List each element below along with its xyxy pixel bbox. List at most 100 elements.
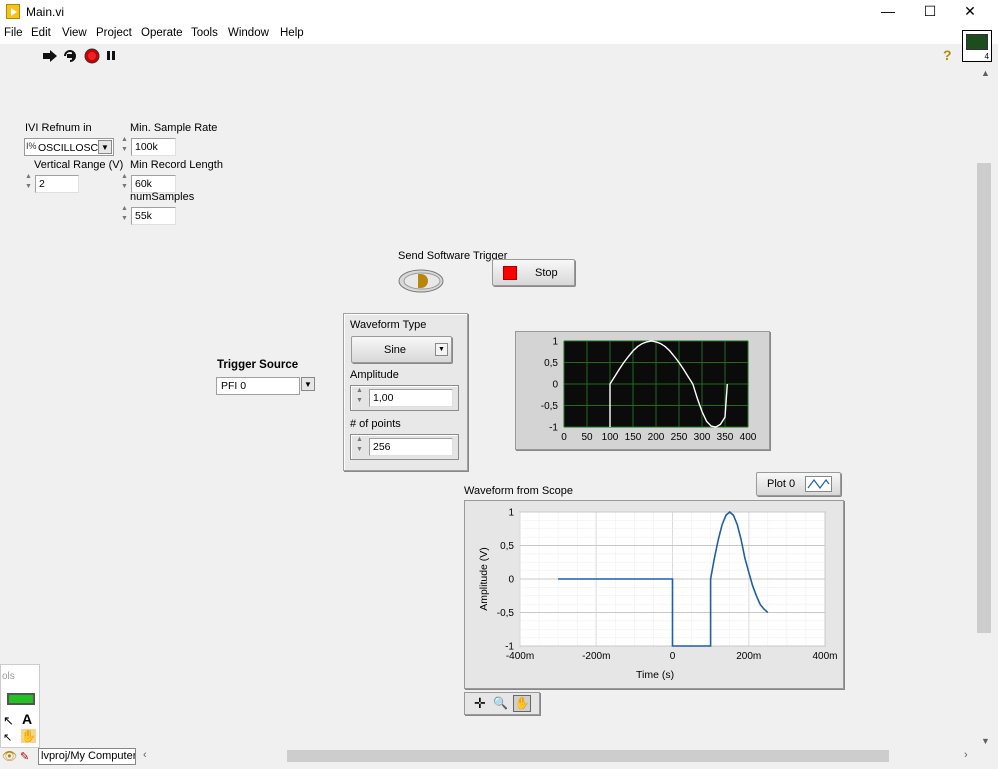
- menu-project[interactable]: Project: [96, 27, 132, 39]
- title-bar: Main.vi — ☐ ✕: [0, 0, 998, 24]
- amplitude-value[interactable]: 1,00: [369, 389, 453, 407]
- y-tick-label: -1: [549, 423, 558, 434]
- scroll-down-icon[interactable]: ▼: [981, 736, 990, 746]
- pause-icon[interactable]: [106, 49, 118, 63]
- x-tick-label: 300: [694, 432, 711, 443]
- num-samples-spinner[interactable]: [120, 205, 130, 225]
- text-tool-icon[interactable]: A: [22, 711, 32, 727]
- min-record-length-spinner[interactable]: [120, 173, 130, 193]
- x-tick-label: 200m: [736, 651, 761, 662]
- cursor-movement-tool-icon[interactable]: ✛: [474, 695, 486, 712]
- num-points-control[interactable]: 256: [350, 434, 459, 460]
- probe-icon[interactable]: 👁: [2, 749, 17, 763]
- trigger-source-label: Trigger Source: [217, 359, 299, 371]
- positioning-tool-icon[interactable]: ↖: [3, 731, 12, 744]
- menu-help[interactable]: Help: [280, 27, 304, 39]
- vertical-scroll-thumb[interactable]: [977, 163, 991, 633]
- project-path-field[interactable]: lvproj/My Computer: [38, 748, 136, 765]
- abort-icon[interactable]: [84, 48, 100, 64]
- x-tick-label: 200: [648, 432, 665, 443]
- y-tick-label: 0: [552, 380, 558, 391]
- min-sample-rate-control[interactable]: 100k: [120, 136, 178, 156]
- toolbar: ?: [0, 44, 960, 68]
- ivi-refnum-control[interactable]: I% OSCILLOSC ▼: [24, 138, 114, 156]
- x-tick-label: 50: [581, 432, 593, 443]
- generated-waveform-plot: 0 50 100 150 200 250 300 350 400 1 0,5 0 -0,5 -1: [541, 337, 757, 444]
- min-sample-rate-spinner[interactable]: [120, 136, 130, 156]
- y-tick-label: -0,5: [541, 401, 559, 412]
- edit-pencil-icon[interactable]: ✎: [20, 750, 29, 763]
- amplitude-spinner[interactable]: [355, 387, 365, 407]
- x-tick-label: 0: [561, 432, 567, 443]
- maximize-button[interactable]: ☐: [910, 0, 950, 24]
- send-software-trigger-button[interactable]: [398, 268, 446, 294]
- stop-indicator-icon: [503, 266, 517, 280]
- labview-vi-icon: [6, 4, 20, 19]
- min-sample-rate-label: Min. Sample Rate: [130, 122, 218, 134]
- tools-palette: ols ↖ A ↖ ✋: [0, 664, 40, 748]
- scroll-up-icon[interactable]: ▲: [981, 68, 990, 78]
- menu-edit[interactable]: Edit: [31, 27, 51, 39]
- min-sample-rate-value[interactable]: 100k: [131, 138, 176, 156]
- vertical-range-label: Vertical Range (V): [34, 159, 124, 171]
- y-tick-label: -1: [505, 642, 514, 653]
- x-tick-label: 150: [625, 432, 642, 443]
- waveform-type-dropdown-icon[interactable]: ▼: [435, 343, 448, 356]
- x-tick-label: 100: [602, 432, 619, 443]
- waveform-settings-cluster: Waveform Type Sine ▼ Amplitude 1,00 # of…: [343, 313, 468, 471]
- x-tick-label: 0: [670, 651, 676, 662]
- window-title: Main.vi: [26, 5, 65, 19]
- amplitude-control[interactable]: 1,00: [350, 385, 459, 411]
- menu-operate[interactable]: Operate: [141, 27, 183, 39]
- menu-bar: File Edit View Project Operate Tools Win…: [0, 24, 998, 44]
- generated-waveform-graph[interactable]: 0 50 100 150 200 250 300 350 400 1 0,5 0 -0,5 -1: [515, 331, 770, 450]
- menu-tools[interactable]: Tools: [191, 27, 218, 39]
- vertical-range-spinner[interactable]: [24, 173, 34, 193]
- horizontal-scroll-thumb[interactable]: [287, 750, 889, 762]
- num-points-value[interactable]: 256: [369, 438, 453, 456]
- context-help-icon[interactable]: ?: [943, 47, 952, 63]
- x-tick-label: 250: [671, 432, 688, 443]
- vertical-range-value[interactable]: 2: [35, 175, 79, 193]
- scope-waveform-plot: -400m -200m 0 200m 400m10,50-0,5-1 Time (s) …: [478, 508, 838, 682]
- ivi-refnum-dropdown-icon[interactable]: ▼: [98, 140, 112, 154]
- menu-view[interactable]: View: [62, 27, 87, 39]
- ivi-refnum-prefix: I%: [26, 141, 37, 151]
- trigger-source-field[interactable]: PFI 0: [216, 377, 300, 395]
- trigger-source-dropdown-icon[interactable]: ▼: [301, 377, 315, 391]
- scope-graph-title: Waveform from Scope: [464, 485, 574, 497]
- ivi-refnum-value: OSCILLOSC: [38, 142, 99, 154]
- minimize-button[interactable]: —: [868, 0, 908, 24]
- scroll-left-icon[interactable]: ‹: [143, 749, 147, 761]
- close-button[interactable]: ✕: [950, 0, 990, 24]
- automatic-tool-selection-icon[interactable]: [7, 693, 35, 705]
- run-continuously-icon[interactable]: [62, 48, 78, 64]
- scroll-right-icon[interactable]: ›: [964, 749, 968, 761]
- pan-tool-icon[interactable]: ✋: [513, 695, 531, 712]
- num-samples-label: numSamples: [130, 191, 195, 203]
- scope-xlabel: Time (s): [636, 669, 674, 681]
- vi-connector-icon[interactable]: 4: [962, 30, 992, 62]
- num-points-spinner[interactable]: [355, 436, 365, 456]
- waveform-type-ring[interactable]: Sine ▼: [351, 336, 452, 363]
- num-samples-value[interactable]: 55k: [131, 207, 176, 225]
- run-arrow-icon[interactable]: [42, 49, 58, 63]
- operate-tool-icon[interactable]: ↖: [3, 713, 14, 729]
- status-bar: 👁 ✎ lvproj/My Computer: [0, 748, 140, 769]
- scope-waveform-graph[interactable]: -400m -200m 0 200m 400m 1 0,5 0 -0,5 -1 Time (s) …: [464, 500, 844, 689]
- menu-window[interactable]: Window: [228, 27, 269, 39]
- num-samples-control[interactable]: 55k: [120, 205, 178, 225]
- waveform-type-value: Sine: [384, 344, 407, 356]
- x-tick-label: -400m: [506, 651, 534, 662]
- scroll-tool-icon[interactable]: ✋: [21, 729, 36, 743]
- y-tick-label: -0,5: [497, 608, 515, 619]
- menu-file[interactable]: File: [4, 27, 23, 39]
- y-tick-label: 1: [552, 337, 558, 348]
- stop-button[interactable]: Stop: [492, 259, 575, 286]
- zoom-tool-icon[interactable]: 🔍: [493, 696, 508, 710]
- tools-palette-title: ols: [2, 671, 15, 682]
- plot-legend[interactable]: Plot 0: [756, 472, 841, 496]
- vertical-range-control[interactable]: 2: [24, 173, 82, 193]
- y-tick-label: 1: [508, 508, 514, 519]
- x-tick-label: 350: [717, 432, 734, 443]
